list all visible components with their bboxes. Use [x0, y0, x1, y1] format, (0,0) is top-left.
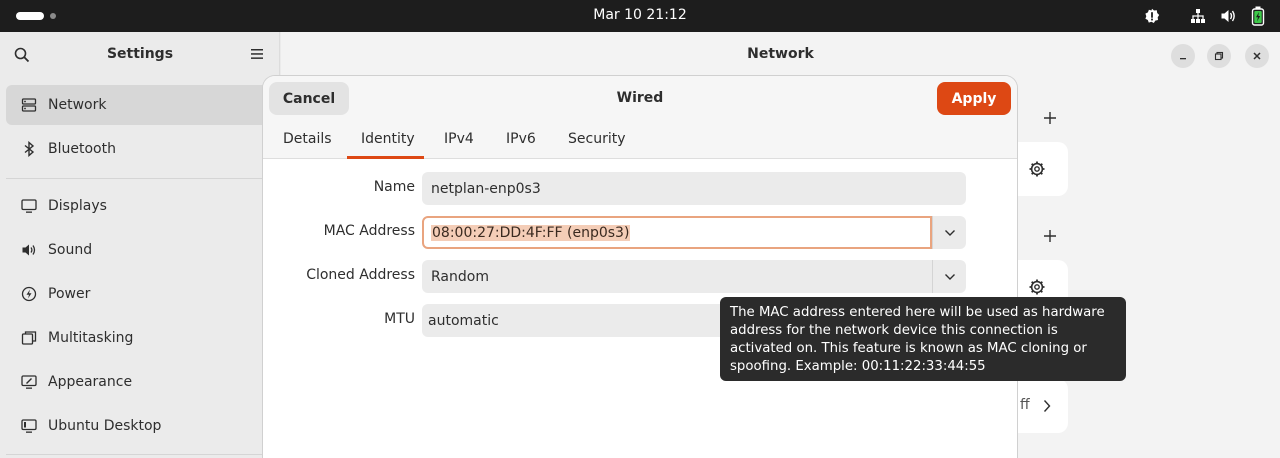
display-icon — [20, 197, 38, 215]
mac-address-label: MAC Address — [323, 223, 415, 239]
sidebar-title: Settings — [106, 46, 174, 62]
ubuntu-desktop-icon — [20, 417, 38, 435]
wired-network-icon[interactable] — [1188, 6, 1208, 26]
sidebar-item-sound[interactable]: Sound — [6, 230, 274, 270]
cloned-address-dropdown-button[interactable] — [932, 260, 966, 293]
top-bar: Mar 10 21:12 — [0, 0, 1280, 32]
sidebar-item-label: Displays — [48, 198, 107, 214]
dialog-header: Cancel Wired Apply — [263, 76, 1017, 122]
name-label: Name — [373, 179, 415, 195]
menu-icon[interactable] — [250, 48, 264, 64]
appearance-icon — [20, 373, 38, 391]
mtu-label: MTU — [384, 311, 415, 327]
maximize-button[interactable] — [1207, 44, 1231, 68]
panel-title: Network — [747, 46, 814, 62]
settings-sidebar: Settings Network Bluetooth Displays Soun… — [0, 32, 280, 458]
sidebar-item-multitasking[interactable]: Multitasking — [6, 318, 274, 358]
update-icon[interactable] — [1142, 6, 1162, 26]
sidebar-item-power[interactable]: Power — [6, 274, 274, 314]
name-value: netplan-enp0s3 — [431, 180, 541, 197]
add-vpn-icon[interactable] — [1043, 229, 1057, 247]
tab-security[interactable]: Security — [568, 131, 626, 147]
sidebar-item-label: Network — [48, 97, 107, 113]
sidebar-item-label: Appearance — [48, 374, 133, 390]
proxy-card[interactable]: ff — [1016, 379, 1068, 433]
bluetooth-icon — [20, 140, 38, 158]
multitasking-icon — [20, 329, 38, 347]
cloned-address-value: Random — [431, 268, 489, 285]
tab-ipv6[interactable]: IPv6 — [506, 131, 536, 147]
cloned-address-label: Cloned Address — [306, 267, 415, 283]
tab-identity[interactable]: Identity — [361, 131, 415, 147]
sidebar-divider — [6, 454, 274, 455]
sidebar-item-label: Power — [48, 286, 91, 302]
sidebar-item-displays[interactable]: Displays — [6, 186, 274, 226]
add-connection-icon[interactable] — [1043, 111, 1057, 129]
chevron-right-icon — [1043, 400, 1051, 412]
mac-address-value: 08:00:27:DD:4F:FF (enp0s3) — [431, 224, 631, 241]
wired-settings-dialog: Cancel Wired Apply Details Identity IPv4… — [263, 76, 1017, 458]
close-icon — [1253, 52, 1261, 60]
minimize-icon — [1180, 58, 1186, 60]
dialog-tabs: Details Identity IPv4 IPv6 Security — [263, 122, 1017, 159]
minimize-button[interactable] — [1171, 44, 1195, 68]
clock[interactable]: Mar 10 21:12 — [0, 7, 1280, 23]
sidebar-item-bluetooth[interactable]: Bluetooth — [6, 129, 274, 169]
apply-button[interactable]: Apply — [937, 82, 1011, 115]
battery-icon[interactable] — [1248, 6, 1268, 26]
wired-card — [1016, 142, 1068, 196]
dialog-title: Wired — [616, 90, 664, 106]
gear-icon[interactable] — [1028, 160, 1046, 182]
sidebar-item-label: Sound — [48, 242, 93, 258]
sidebar-header: Settings — [0, 32, 280, 78]
mtu-value: automatic — [428, 312, 499, 329]
sidebar-item-appearance[interactable]: Appearance — [6, 362, 274, 402]
proxy-status: ff — [1020, 397, 1030, 413]
power-icon — [20, 285, 38, 303]
sidebar-item-network[interactable]: Network — [6, 85, 274, 125]
sidebar-item-label: Bluetooth — [48, 141, 116, 157]
sidebar-item-label: Multitasking — [48, 330, 134, 346]
network-icon — [20, 96, 38, 114]
maximize-icon — [1214, 51, 1224, 61]
mac-address-dropdown-button[interactable] — [932, 216, 966, 249]
chevron-down-icon — [944, 273, 955, 280]
active-tab-indicator — [347, 156, 424, 159]
volume-icon[interactable] — [1218, 6, 1238, 26]
sound-icon — [20, 241, 38, 259]
name-input[interactable]: netplan-enp0s3 — [422, 172, 966, 205]
tab-details[interactable]: Details — [283, 131, 332, 147]
close-button[interactable] — [1245, 44, 1269, 68]
cloned-address-combo[interactable]: Random — [422, 260, 932, 293]
sidebar-item-label: Ubuntu Desktop — [48, 418, 162, 434]
sidebar-item-ubuntu-desktop[interactable]: Ubuntu Desktop — [6, 406, 274, 446]
tab-ipv4[interactable]: IPv4 — [444, 131, 474, 147]
sidebar-divider — [6, 178, 274, 179]
mac-address-tooltip: The MAC address entered here will be use… — [720, 297, 1126, 381]
mac-address-input[interactable]: 08:00:27:DD:4F:FF (enp0s3) — [422, 216, 932, 249]
chevron-down-icon — [944, 229, 955, 236]
